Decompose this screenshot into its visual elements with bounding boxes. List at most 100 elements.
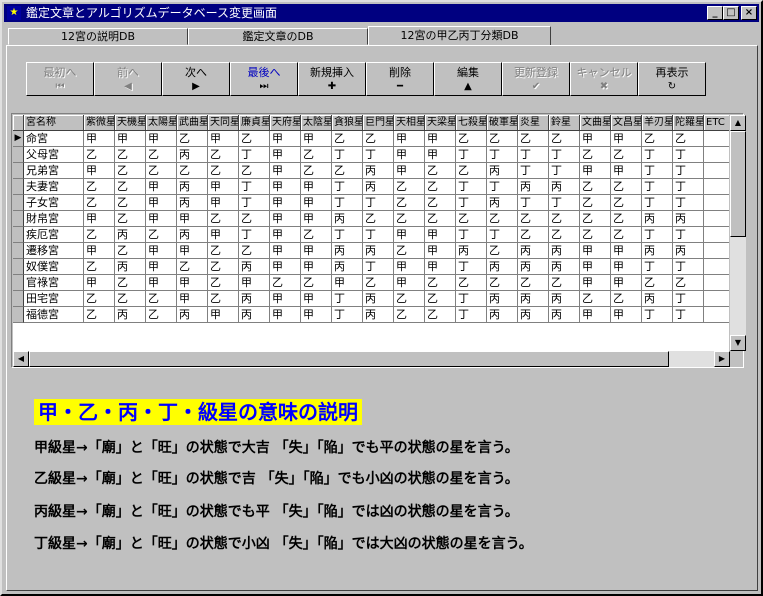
grade-cell[interactable]: 乙 [208, 275, 239, 291]
nav-button-refresh[interactable]: 再表示 ↻ [638, 62, 706, 96]
grade-cell[interactable]: 甲 [177, 211, 208, 227]
grade-cell[interactable]: 乙 [518, 227, 549, 243]
grade-cell[interactable]: 乙 [146, 147, 177, 163]
grade-cell[interactable]: 甲 [270, 243, 301, 259]
grade-cell[interactable]: 丁 [487, 227, 518, 243]
nav-button-delete[interactable]: 削除 ━ [366, 62, 434, 96]
grade-cell[interactable]: 甲 [270, 131, 301, 147]
grade-cell[interactable]: 乙 [549, 227, 580, 243]
grade-cell[interactable]: 乙 [84, 291, 115, 307]
grade-cell[interactable]: 乙 [611, 211, 642, 227]
row-indicator[interactable] [13, 227, 24, 243]
grade-cell[interactable]: 甲 [301, 131, 332, 147]
grade-cell[interactable]: 乙 [208, 259, 239, 275]
grade-cell[interactable]: 丙 [363, 179, 394, 195]
grade-cell[interactable]: 丁 [332, 195, 363, 211]
grade-cell[interactable]: 丁 [642, 227, 673, 243]
grade-cell[interactable]: 乙 [611, 147, 642, 163]
row-indicator[interactable] [13, 147, 24, 163]
grade-cell[interactable]: 乙 [332, 163, 363, 179]
grade-cell[interactable] [704, 211, 729, 227]
grade-cell[interactable]: 甲 [84, 243, 115, 259]
column-header[interactable]: 破軍星 [487, 115, 518, 131]
grade-cell[interactable]: 甲 [208, 307, 239, 323]
palace-name-cell[interactable]: 福德宮 [24, 307, 84, 323]
grade-cell[interactable]: 甲 [611, 275, 642, 291]
grade-cell[interactable]: 丙 [518, 307, 549, 323]
grade-cell[interactable]: 丁 [363, 227, 394, 243]
grade-cell[interactable]: 丁 [673, 307, 704, 323]
scroll-down-icon[interactable]: ▼ [730, 335, 746, 351]
grade-cell[interactable]: 乙 [611, 227, 642, 243]
grade-cell[interactable] [704, 243, 729, 259]
grade-cell[interactable]: 甲 [208, 131, 239, 147]
grade-cell[interactable]: 乙 [580, 291, 611, 307]
grade-cell[interactable]: 丁 [456, 179, 487, 195]
grade-cell[interactable]: 丁 [363, 147, 394, 163]
grade-cell[interactable]: 乙 [239, 211, 270, 227]
grade-cell[interactable]: 丁 [332, 307, 363, 323]
grade-cell[interactable]: 丁 [673, 291, 704, 307]
grade-cell[interactable]: 乙 [332, 131, 363, 147]
grade-cell[interactable]: 乙 [425, 195, 456, 211]
grade-cell[interactable]: 甲 [146, 131, 177, 147]
grade-cell[interactable]: 丙 [177, 179, 208, 195]
grade-cell[interactable]: 丙 [115, 259, 146, 275]
grade-cell[interactable]: 甲 [208, 195, 239, 211]
grade-cell[interactable]: 丁 [332, 179, 363, 195]
palace-name-cell[interactable]: 父母宮 [24, 147, 84, 163]
column-header[interactable]: 巨門星 [363, 115, 394, 131]
grade-cell[interactable]: 丁 [363, 195, 394, 211]
column-header[interactable]: 宮名称 [24, 115, 84, 131]
palace-name-cell[interactable]: 夫妻宮 [24, 179, 84, 195]
grade-cell[interactable]: 甲 [580, 275, 611, 291]
palace-name-cell[interactable]: 子女宮 [24, 195, 84, 211]
grade-cell[interactable]: 乙 [115, 179, 146, 195]
grade-cell[interactable]: 甲 [301, 259, 332, 275]
column-header[interactable]: 陀羅星 [673, 115, 704, 131]
grade-cell[interactable]: 乙 [115, 243, 146, 259]
grade-cell[interactable]: 乙 [642, 275, 673, 291]
column-header[interactable]: 炎星 [518, 115, 549, 131]
grade-cell[interactable]: 乙 [518, 275, 549, 291]
column-header[interactable]: 羊刃星 [642, 115, 673, 131]
palace-name-cell[interactable]: 奴僕宮 [24, 259, 84, 275]
grade-cell[interactable]: 乙 [456, 131, 487, 147]
vertical-scroll-thumb[interactable] [730, 131, 746, 237]
row-indicator[interactable] [13, 307, 24, 323]
column-header[interactable]: 武曲星 [177, 115, 208, 131]
grade-cell[interactable]: 甲 [84, 131, 115, 147]
grade-cell[interactable]: 丙 [456, 243, 487, 259]
grade-cell[interactable]: 丙 [115, 227, 146, 243]
grade-cell[interactable]: 丁 [332, 147, 363, 163]
grade-cell[interactable]: 乙 [208, 291, 239, 307]
grade-cell[interactable]: 甲 [146, 259, 177, 275]
close-icon[interactable]: × [741, 6, 757, 20]
grade-cell[interactable]: 甲 [270, 307, 301, 323]
grade-cell[interactable]: 丙 [487, 195, 518, 211]
grade-cell[interactable]: 丁 [239, 195, 270, 211]
grade-cell[interactable]: 丁 [456, 291, 487, 307]
nav-button-edit[interactable]: 編集 ▲ [434, 62, 502, 96]
grade-cell[interactable]: 丁 [642, 307, 673, 323]
grade-cell[interactable]: 乙 [673, 275, 704, 291]
grade-cell[interactable]: 乙 [518, 211, 549, 227]
grade-cell[interactable]: 甲 [146, 211, 177, 227]
grade-cell[interactable]: 丙 [518, 179, 549, 195]
grade-cell[interactable]: 乙 [425, 307, 456, 323]
grade-cell[interactable]: 乙 [301, 163, 332, 179]
column-header[interactable]: 天府星 [270, 115, 301, 131]
grade-cell[interactable]: 甲 [146, 195, 177, 211]
grade-cell[interactable]: 甲 [208, 227, 239, 243]
grade-cell[interactable]: 乙 [487, 275, 518, 291]
grade-cell[interactable]: 甲 [146, 243, 177, 259]
grade-cell[interactable]: 乙 [394, 291, 425, 307]
scroll-left-icon[interactable]: ◀ [13, 351, 29, 367]
grade-cell[interactable]: 乙 [115, 211, 146, 227]
grade-cell[interactable]: 丙 [549, 307, 580, 323]
grade-cell[interactable]: 甲 [270, 211, 301, 227]
grade-cell[interactable]: 甲 [394, 163, 425, 179]
grade-cell[interactable]: 甲 [394, 259, 425, 275]
grade-cell[interactable]: 丙 [642, 243, 673, 259]
column-header[interactable]: 七殺星 [456, 115, 487, 131]
